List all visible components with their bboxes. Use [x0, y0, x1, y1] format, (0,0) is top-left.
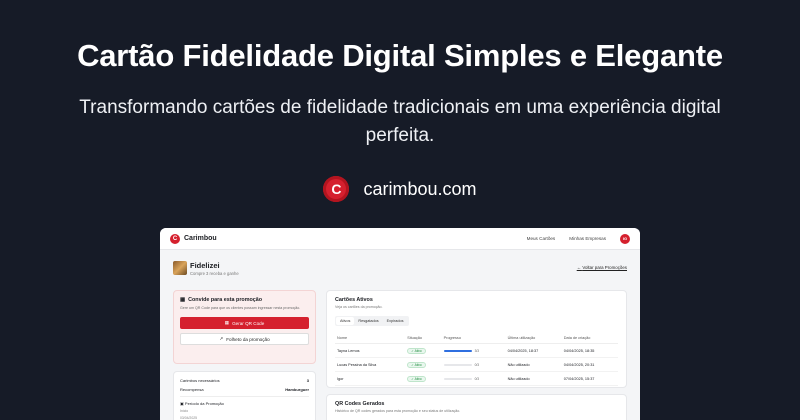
row-progress-cell: 3/3 — [441, 343, 506, 358]
period-label: Período da Promoção — [184, 401, 224, 406]
start-value: 03/04/2025 — [180, 416, 197, 420]
invite-description: Gere um QR Code para que os clientes pos… — [180, 306, 301, 310]
row-created: 04/04/2025, 20:31 — [561, 357, 618, 372]
row-status-cell: ✓ Ativo — [405, 343, 442, 358]
calendar-icon: ▣ — [180, 401, 184, 406]
row-progress-cell: 0/3 — [441, 357, 506, 372]
row-last-used: Não utilizado — [505, 357, 562, 372]
row-name: Tayna Lemos — [335, 343, 406, 358]
period-section: ▣ Período da Promoção Início 03/04/2025 — [180, 396, 309, 420]
cards-title: Cartões Ativos — [335, 297, 373, 303]
table-row[interactable]: Igor ✓ Ativo 0/3 Não utilizado 07/04/202… — [335, 371, 618, 386]
row-created: 04/04/2025, 18:35 — [561, 343, 618, 358]
progress-bar — [443, 349, 472, 352]
col-last-used: Última utilização — [505, 333, 562, 344]
row-status-cell: ✓ Ativo — [405, 357, 442, 372]
start-label: Início — [180, 409, 189, 413]
hero-subtitle: Transformando cartões de fidelidade trad… — [79, 97, 721, 146]
progress-count: 0/3 — [474, 362, 480, 367]
cards-description: Veja os cartões da promoção. — [335, 305, 383, 309]
col-status: Situação — [405, 333, 442, 344]
cards-tabs: Ativos Resgatados Expirados — [335, 316, 409, 326]
row-last-used: Não utilizado — [505, 371, 562, 386]
external-link-icon: ↗ — [219, 336, 224, 341]
tab-expired[interactable]: Expirados — [383, 317, 408, 325]
row-created: 07/04/2025, 15:37 — [561, 371, 618, 386]
status-badge: ✓ Ativo — [407, 361, 426, 368]
tab-active[interactable]: Ativos — [336, 317, 355, 325]
brand-domain: carimbou.com — [363, 178, 477, 199]
generate-qr-label: Gerar QR Code — [232, 320, 265, 326]
row-progress-cell: 0/3 — [441, 371, 506, 386]
nav-my-companies[interactable]: Minhas Empresas — [569, 236, 606, 241]
progress-bar — [443, 363, 472, 366]
back-link-label: Voltar para Promoções — [582, 265, 627, 270]
reward-row: Recompensa Hamburguer — [180, 387, 309, 392]
invite-title-text: Convide para esta promoção — [188, 297, 263, 303]
nav-my-cards[interactable]: Meus Cartões — [527, 236, 556, 241]
top-nav: Meus Cartões Minhas Empresas IG — [527, 233, 630, 244]
table-row[interactable]: Lucas Pessina da Silva ✓ Ativo 0/3 Não u… — [335, 357, 618, 372]
qr-title: QR Codes Gerados — [335, 401, 385, 407]
col-progress: Progresso — [441, 333, 506, 344]
stamps-value: 3 — [306, 378, 309, 383]
progress-count: 0/3 — [474, 376, 480, 381]
generate-qr-button[interactable]: ▦ Gerar QR Code — [180, 317, 309, 329]
app-logo-icon[interactable]: C — [170, 233, 180, 244]
promotion-rule: Compre 3 receba e ganhe — [190, 271, 239, 276]
avatar[interactable]: IG — [620, 233, 630, 244]
invite-panel: ▦ Convide para esta promoção Gere um QR … — [173, 290, 316, 364]
status-badge: ✓ Ativo — [407, 347, 426, 354]
arrow-left-icon: ← — [576, 265, 582, 270]
promotion-details: Carimbos necessários 3 Recompensa Hambur… — [173, 371, 316, 420]
stamps-label: Carimbos necessários — [180, 378, 220, 383]
progress-count: 3/3 — [474, 348, 480, 353]
carimbou-logo-icon: C — [323, 176, 350, 202]
qr-code-icon: ▦ — [224, 320, 230, 325]
invite-title: ▦ Convide para esta promoção — [180, 297, 309, 303]
business-name: Fidelizei — [190, 261, 220, 270]
row-name: Igor — [335, 371, 406, 386]
qr-description: Histórico de QR codes gerados para esta … — [335, 409, 461, 413]
progress-bar — [443, 377, 472, 380]
hero-title: Cartão Fidelidade Digital Simples e Eleg… — [77, 38, 723, 73]
app-name[interactable]: Carimbou — [184, 235, 217, 242]
business-image — [173, 261, 187, 275]
back-to-promotions-link[interactable]: ← Voltar para Promoções — [577, 265, 627, 270]
table-row[interactable]: Tayna Lemos ✓ Ativo 3/3 04/04/2025, 18:3… — [335, 343, 618, 358]
page-header: Fidelizei Compre 3 receba e ganhe ← Volt… — [173, 261, 627, 281]
app-topbar: C Carimbou Meus Cartões Minhas Empresas … — [160, 228, 640, 250]
qr-codes-panel: QR Codes Gerados Histórico de QR codes g… — [326, 394, 627, 420]
reward-label: Recompensa — [180, 387, 204, 392]
qr-code-icon: ▦ — [180, 297, 186, 303]
progress-fill — [443, 349, 472, 352]
flyer-label: Folheto da promoção — [226, 336, 270, 342]
col-created: Data de criação — [561, 333, 618, 344]
status-badge: ✓ Ativo — [407, 375, 426, 382]
row-status-cell: ✓ Ativo — [405, 371, 442, 386]
col-name: Nome — [335, 333, 406, 344]
row-last-used: 04/04/2025, 18:37 — [505, 343, 562, 358]
tab-redeemed[interactable]: Resgatados — [354, 317, 382, 325]
stamps-row: Carimbos necessários 3 — [180, 378, 309, 383]
active-cards-panel: Cartões Ativos Veja os cartões da promoç… — [326, 290, 627, 388]
brand: C carimbou.com — [0, 176, 800, 202]
cards-table: Nome Situação Progresso Última utilizaçã… — [335, 333, 618, 386]
app-screenshot: C Carimbou Meus Cartões Minhas Empresas … — [160, 228, 640, 420]
reward-value: Hamburguer — [285, 387, 309, 392]
row-name: Lucas Pessina da Silva — [335, 357, 406, 372]
promotion-flyer-button[interactable]: ↗ Folheto da promoção — [180, 333, 309, 345]
